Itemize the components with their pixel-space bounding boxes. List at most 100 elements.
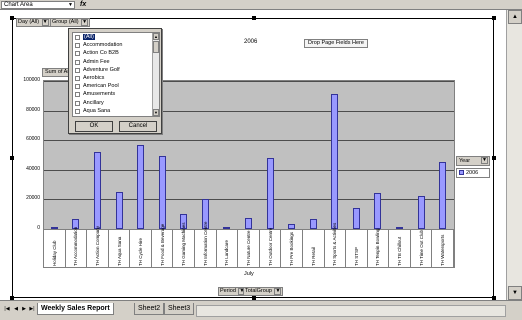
x-tick-label: TH Food & Beverage	[159, 223, 165, 266]
tab-weekly-sales-report[interactable]: Weekly Sales Report	[37, 303, 114, 315]
filter-list-item[interactable]: Admin Fee	[73, 58, 159, 66]
x-tick-label: TH Time Out Club	[418, 229, 424, 266]
bar[interactable]	[223, 227, 231, 229]
bar[interactable]	[374, 193, 382, 229]
horizontal-scrollbar[interactable]	[196, 305, 506, 317]
bar[interactable]	[417, 195, 425, 229]
bar[interactable]	[352, 208, 360, 229]
bar[interactable]	[288, 223, 296, 229]
x-tick-label: Holiday Club	[51, 240, 57, 266]
legend-item-label: 2006	[466, 170, 479, 176]
legend-swatch	[459, 170, 464, 176]
x-tick-label: TH Retail	[310, 247, 316, 266]
filter-item-label: Admin Fee	[83, 58, 110, 65]
checkbox[interactable]	[75, 59, 80, 65]
tab-sheet3[interactable]: Sheet3	[164, 303, 195, 315]
page-field-day[interactable]: Day (All) ▼	[16, 18, 51, 27]
filter-list-item[interactable]: Accommodation	[73, 41, 159, 49]
gridline	[44, 140, 454, 142]
filter-item-label: Amusements	[83, 91, 116, 98]
filter-list-item[interactable]: American Pool	[73, 82, 159, 90]
filter-item-label: B2B Cycle Tradit	[83, 116, 124, 117]
scroll-up-icon[interactable]: ▲	[508, 10, 522, 24]
chevron-down-icon[interactable]: ▼	[41, 19, 49, 26]
x-category-cell: TH Information Centre	[195, 221, 217, 268]
filter-list-item[interactable]: Aqua Sana	[73, 107, 159, 115]
chevron-down-icon[interactable]: ▼	[481, 157, 488, 164]
chevron-down-icon[interactable]: ▼	[67, 2, 74, 8]
chevron-down-icon[interactable]: ▼	[274, 288, 282, 295]
bar[interactable]	[158, 156, 166, 229]
checkbox[interactable]	[75, 43, 80, 49]
resize-handle[interactable]	[10, 16, 14, 20]
vertical-scrollbar[interactable]: ▲ ▼	[506, 10, 522, 300]
filter-item-label: Aqua Sana	[83, 107, 111, 114]
cancel-button[interactable]: Cancel	[119, 121, 157, 132]
filter-item-label: (All)	[83, 34, 95, 40]
last-sheet-icon[interactable]: ▶|	[28, 305, 36, 314]
bar[interactable]	[93, 152, 101, 229]
filter-list-item[interactable]: (All)	[73, 33, 159, 41]
x-category-cell: TH Action Company	[87, 226, 109, 268]
tab-sheet2[interactable]: Sheet2	[134, 303, 165, 315]
bar[interactable]	[115, 192, 123, 229]
filter-list[interactable]: ▲ ▼ (All) Accommodation Action Co B2B Admin…	[72, 32, 160, 117]
y-tick-label: 80000	[26, 106, 40, 113]
bar[interactable]	[309, 219, 317, 229]
bar[interactable]	[266, 157, 274, 229]
x-category-cell: TH Nature Centre	[238, 230, 260, 268]
bar[interactable]	[50, 227, 58, 229]
name-box[interactable]: Chart Area ▼	[1, 1, 75, 9]
page-field-group[interactable]: Group (All) ▼	[50, 18, 91, 27]
first-sheet-icon[interactable]: |◀	[3, 305, 11, 314]
next-sheet-icon[interactable]: ▶	[20, 305, 28, 314]
x-tick-label: TH Information Centre	[202, 221, 208, 266]
prev-sheet-icon[interactable]: ◀	[12, 305, 20, 314]
x-category-cell: TH Tenpin Bowling	[368, 229, 390, 268]
drop-page-fields-zone[interactable]: Drop Page Fields Here	[304, 39, 368, 48]
bar[interactable]	[439, 162, 447, 229]
bar[interactable]	[396, 227, 404, 229]
checkbox[interactable]	[75, 100, 80, 106]
filter-list-item[interactable]: Action Co B2B	[73, 49, 159, 57]
x-axis-group-label: July	[244, 271, 254, 277]
filter-list-item[interactable]: B2B Cycle Tradit	[73, 115, 159, 117]
chevron-down-icon[interactable]: ▼	[81, 19, 89, 26]
x-category-cell: TH Accommodation	[66, 227, 88, 268]
checkbox[interactable]	[75, 51, 80, 57]
x-category-cell: TH STSP	[346, 230, 368, 268]
fx-icon[interactable]: fx	[80, 0, 86, 10]
page-field-day-value: (All)	[29, 19, 40, 25]
ok-button[interactable]: OK	[75, 121, 113, 132]
page-field-group-label: Group	[52, 19, 68, 25]
legend-field-label: Year	[459, 158, 471, 164]
checkbox[interactable]	[75, 35, 80, 40]
resize-handle[interactable]	[492, 16, 496, 20]
bar[interactable]	[331, 94, 339, 229]
filter-list-item[interactable]: Amusements	[73, 90, 159, 98]
formula-bar: Chart Area ▼ fx	[0, 0, 522, 10]
scroll-down-icon[interactable]: ▼	[508, 286, 522, 300]
bar[interactable]	[137, 144, 145, 229]
page-field-day-label: Day	[18, 19, 28, 25]
filter-list-item[interactable]: Aerobics	[73, 74, 159, 82]
filter-list-item[interactable]: Ancillary	[73, 99, 159, 107]
checkbox[interactable]	[75, 75, 80, 81]
x-tick-label: TH Gaming Machines	[181, 222, 187, 266]
checkbox[interactable]	[75, 67, 80, 73]
bar[interactable]	[245, 217, 252, 229]
y-tick-label: 60000	[26, 136, 40, 143]
x-tick-label: TH STSP	[353, 246, 359, 266]
group-filter-dropdown[interactable]: ▲ ▼ (All) Accommodation Action Co B2B Admin…	[68, 28, 162, 134]
checkbox[interactable]	[75, 84, 80, 90]
checkbox[interactable]	[75, 108, 80, 114]
x-tick-label: TH Action Company	[94, 225, 100, 266]
resize-handle[interactable]	[10, 156, 14, 160]
legend-field-year[interactable]: Year ▼	[456, 156, 490, 166]
x-category-cell: TH Pre Bookings	[281, 230, 303, 268]
row-field-totalgroup[interactable]: TotalGroup ▼	[243, 287, 284, 296]
resize-handle[interactable]	[252, 16, 256, 20]
resize-handle[interactable]	[492, 156, 496, 160]
checkbox[interactable]	[75, 92, 80, 98]
filter-list-item[interactable]: Adventure Golf	[73, 66, 159, 74]
